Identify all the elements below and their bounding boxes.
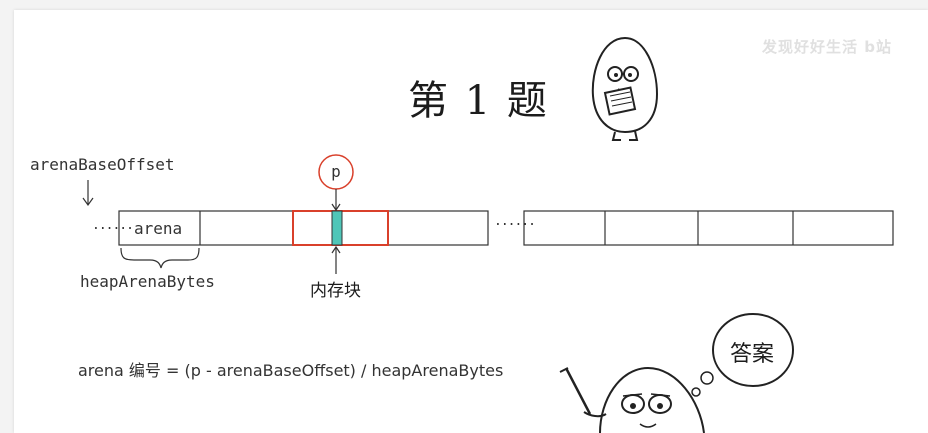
ellipsis-left: ......: [92, 218, 134, 233]
ellipsis-mid: ......: [494, 214, 536, 229]
arena-base-offset-label: arenaBaseOffset: [30, 155, 175, 174]
pointer-wrap: p: [318, 156, 354, 188]
heap-arena-bytes-label: heapArenaBytes: [80, 272, 215, 291]
arena-index-formula: arena 编号 = (p - arenaBaseOffset) / heapA…: [78, 361, 504, 380]
memory-block-cell: [331, 210, 343, 246]
arena-cell-label: arena: [134, 219, 183, 238]
bubble-dot: [691, 387, 701, 397]
arena-strip-right: [523, 210, 894, 246]
memory-block-label: 内存块: [310, 281, 361, 301]
mascot-pointing-icon: [559, 366, 705, 433]
pointer-label: p: [331, 162, 341, 181]
bubble-dot: [700, 371, 714, 385]
heap-bytes-brace: [120, 247, 200, 269]
answer-bubble-text[interactable]: 答案: [730, 336, 774, 368]
